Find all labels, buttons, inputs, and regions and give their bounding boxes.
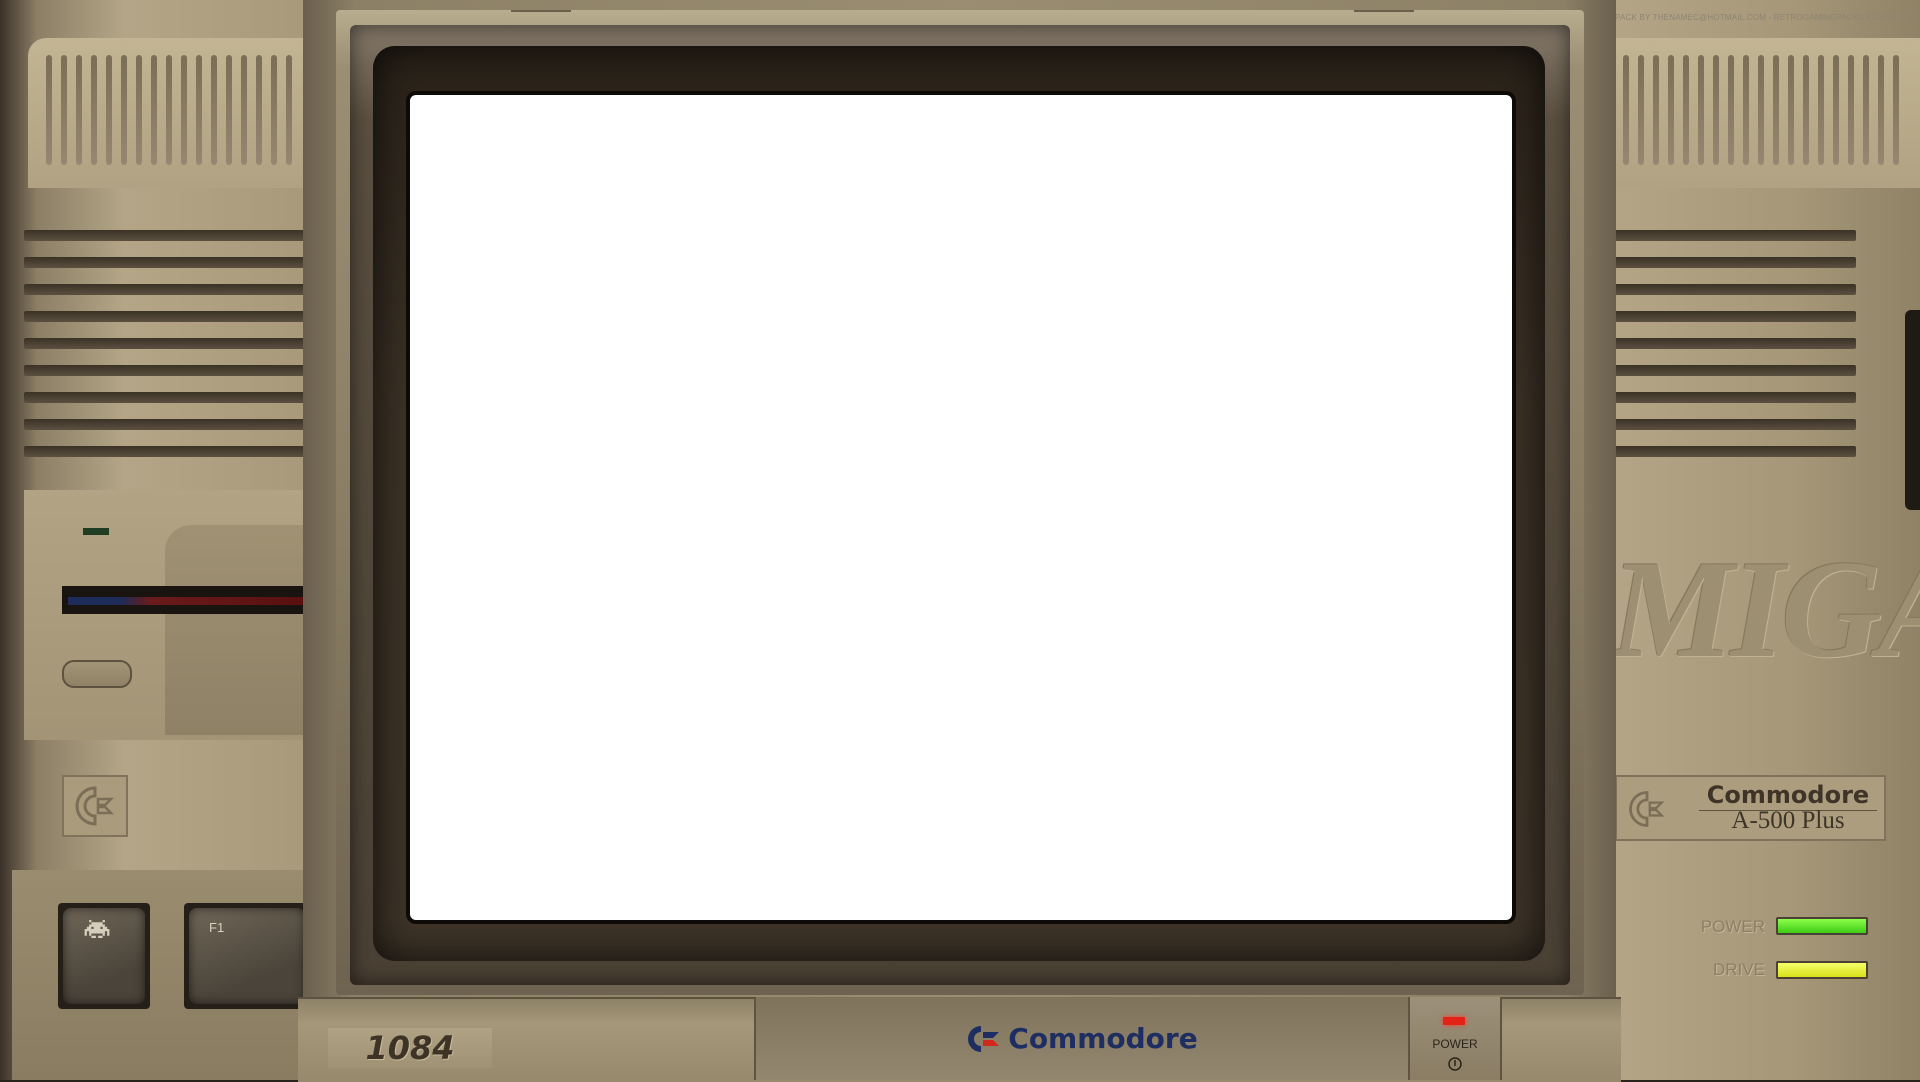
commodore-logo-icon xyxy=(968,1025,1000,1052)
crt-screen[interactable] xyxy=(406,91,1516,924)
commodore-logo-badge xyxy=(62,775,128,837)
power-button-icon[interactable] xyxy=(1446,1055,1464,1073)
badge-brand: Commodore xyxy=(1706,781,1870,809)
monitor-brand-name: Commodore xyxy=(1008,1022,1198,1055)
commodore-chicken-head-icon xyxy=(75,786,115,826)
commodore-chicken-head-icon xyxy=(1629,791,1665,827)
power-led xyxy=(1776,917,1868,935)
retroarch-menu-key[interactable] xyxy=(58,903,150,1009)
f1-key[interactable]: F1 xyxy=(184,903,310,1009)
bezel-mark xyxy=(1354,10,1414,12)
monitor-brand-plate: Commodore xyxy=(754,997,1410,1080)
f1-key-label: F1 xyxy=(189,908,305,1004)
monitor-power-panel: POWER xyxy=(1408,997,1502,1080)
floppy-disk-slot xyxy=(62,586,310,614)
right-vertical-grille xyxy=(1623,55,1899,165)
left-vent-slots xyxy=(24,230,310,473)
monitor-model-plate: 1084 xyxy=(328,1028,492,1068)
monitor-power-led xyxy=(1443,1017,1465,1025)
floppy-eject-button[interactable] xyxy=(62,660,132,688)
badge-model: A-500 Plus xyxy=(1731,807,1845,834)
credit-text: PACK BY THENAMEC@HOTMAIL.COM - RETROGAMI… xyxy=(1615,13,1910,22)
monitor-power-label: POWER xyxy=(1432,1037,1478,1051)
power-led-label: POWER xyxy=(1700,917,1765,936)
left-vertical-grille xyxy=(46,55,292,165)
drive-led xyxy=(1776,961,1868,979)
floppy-drive-bay xyxy=(165,525,310,735)
case-side-edge xyxy=(1905,310,1920,510)
amiga-logo: MIGA xyxy=(1610,532,1920,687)
model-badge: Commodore A-500 Plus xyxy=(1615,775,1886,841)
right-vent-slots xyxy=(1610,230,1856,473)
drive-led-label: DRIVE xyxy=(1713,960,1765,979)
floppy-activity-led xyxy=(83,528,109,535)
space-invader-icon xyxy=(84,920,110,938)
bezel-mark xyxy=(511,10,571,12)
